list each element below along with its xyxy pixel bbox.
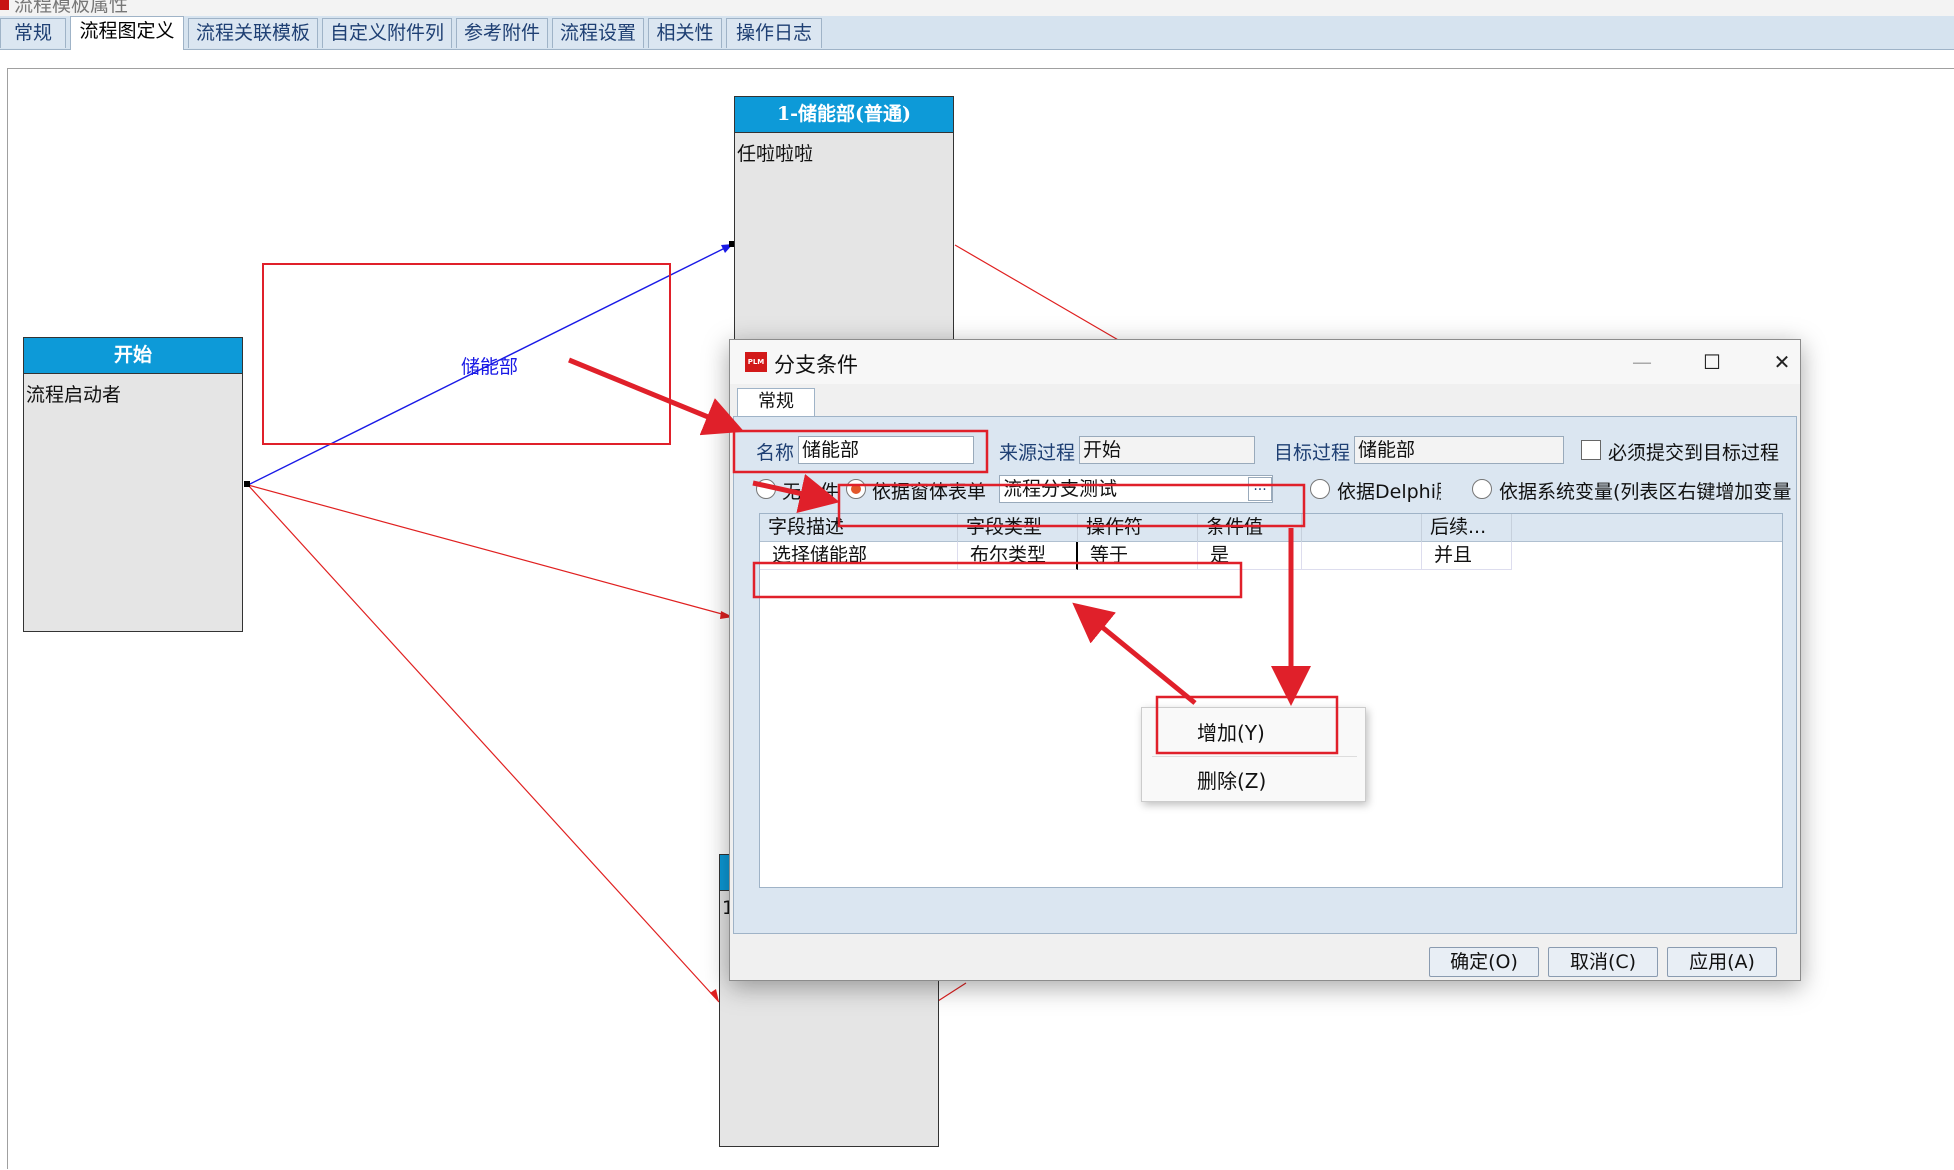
menu-separator — [1152, 756, 1357, 757]
dialog-tab-general[interactable]: 常规 — [737, 388, 815, 416]
edge-node1-out[interactable] — [954, 244, 1121, 342]
col-field-type[interactable]: 字段类型 — [958, 514, 1078, 542]
dialog-title-bar: PLM 分支条件 — ☐ ✕ — [730, 340, 1800, 384]
tab-flow-diagram[interactable]: 流程图定义 — [70, 16, 184, 50]
col-follow-up[interactable]: 后续... — [1422, 514, 1512, 542]
form-condition-radio[interactable] — [846, 479, 866, 499]
dialog-panel: 名称 储能部 来源过程 开始 目标过程 储能部 必须提交到目标过程 无条件 依据… — [733, 416, 1797, 934]
source-process-label: 来源过程 — [999, 442, 1076, 464]
must-submit-label: 必须提交到目标过程 — [1608, 442, 1780, 464]
ok-button[interactable]: 确定(O) — [1429, 947, 1539, 977]
cell-empty[interactable] — [1302, 542, 1422, 570]
connection-handle[interactable] — [244, 481, 250, 487]
tab-general[interactable]: 常规 — [0, 18, 66, 48]
browse-button[interactable]: ... — [1248, 477, 1272, 501]
context-menu: 增加(Y) 删除(Z) — [1141, 707, 1366, 802]
target-process-field: 储能部 — [1354, 436, 1564, 464]
name-input[interactable]: 储能部 — [798, 436, 974, 464]
form-condition-label: 依据窗体表单 — [872, 481, 987, 503]
node-1-body: 任啦啦啦 — [737, 143, 814, 165]
edge-start-to-node3[interactable] — [247, 484, 720, 1003]
menu-item-delete[interactable]: 删除(Z) — [1197, 765, 1266, 794]
target-process-label: 目标过程 — [1274, 442, 1351, 464]
must-submit-checkbox[interactable] — [1581, 440, 1601, 460]
start-node[interactable]: 开始 流程启动者 — [23, 337, 243, 632]
window-title: 流程模板属性 — [14, 0, 129, 16]
tab-operation-log[interactable]: 操作日志 — [726, 18, 822, 48]
tab-custom-attachments[interactable]: 自定义附件列 — [322, 18, 452, 48]
start-node-title: 开始 — [24, 338, 242, 374]
edge-node3-out[interactable] — [937, 982, 967, 1002]
name-label: 名称 — [756, 442, 795, 464]
tab-relevance[interactable]: 相关性 — [648, 18, 722, 48]
cell-field-type[interactable]: 布尔类型 — [958, 542, 1078, 570]
plm-logo-icon: PLM — [745, 352, 767, 372]
col-operator[interactable]: 操作符 — [1078, 514, 1198, 542]
annotation-box-edge-label — [262, 263, 671, 445]
condition-grid[interactable]: 字段描述 字段类型 操作符 条件值 后续... 选择储能部 布尔类型 等于 是 … — [759, 513, 1783, 888]
col-field-description[interactable]: 字段描述 — [760, 514, 958, 542]
node-1-energy-storage[interactable]: 1-储能部(普通) 任啦啦啦 — [734, 96, 954, 346]
col-empty[interactable] — [1302, 514, 1422, 542]
apply-button[interactable]: 应用(A) — [1667, 947, 1777, 977]
system-variable-radio[interactable] — [1472, 479, 1492, 499]
tab-flow-settings[interactable]: 流程设置 — [552, 18, 644, 48]
no-condition-label: 无条件 — [782, 481, 840, 503]
tab-related-templates[interactable]: 流程关联模板 — [188, 18, 318, 48]
col-condition-value[interactable]: 条件值 — [1198, 514, 1302, 542]
window-title-bar: 流程模板属性 — [0, 0, 1954, 16]
delphi-script-label: 依据Delphi脚本 — [1337, 481, 1441, 503]
dialog-tab-bar: 常规 — [733, 388, 1797, 416]
edge-arrowhead — [710, 989, 719, 1002]
delphi-script-radio[interactable] — [1310, 479, 1330, 499]
minimize-button[interactable]: — — [1622, 348, 1662, 376]
cell-operator[interactable]: 等于 — [1078, 542, 1198, 570]
start-node-body: 流程启动者 — [26, 384, 122, 406]
edge-start-to-node2[interactable] — [247, 484, 734, 618]
grid-header: 字段描述 字段类型 操作符 条件值 后续... — [760, 514, 1782, 542]
menu-item-add[interactable]: 增加(Y) — [1197, 717, 1265, 746]
dialog-title: 分支条件 — [774, 353, 858, 377]
system-variable-label: 依据系统变量(列表区右键增加变量) — [1499, 481, 1792, 503]
branch-condition-dialog: PLM 分支条件 — ☐ ✕ 常规 名称 储能部 来源过程 开始 目标过程 储能… — [729, 339, 1801, 981]
cancel-button[interactable]: 取消(C) — [1548, 947, 1658, 977]
maximize-button[interactable]: ☐ — [1692, 348, 1732, 376]
form-select-field[interactable]: 流程分支测试 — [999, 475, 1273, 503]
cell-condition-value[interactable]: 是 — [1198, 542, 1302, 570]
tab-bar: 常规 流程图定义 流程关联模板 自定义附件列 参考附件 流程设置 相关性 操作日… — [0, 16, 1954, 50]
close-button[interactable]: ✕ — [1762, 348, 1802, 376]
app-icon — [0, 0, 9, 10]
node-1-title: 1-储能部(普通) — [735, 97, 953, 133]
cell-follow-up[interactable]: 并且 — [1422, 542, 1512, 570]
no-condition-radio[interactable] — [756, 479, 776, 499]
source-process-field: 开始 — [1079, 436, 1255, 464]
cell-field-description[interactable]: 选择储能部 — [760, 542, 958, 570]
tab-reference-attachments[interactable]: 参考附件 — [456, 18, 548, 48]
